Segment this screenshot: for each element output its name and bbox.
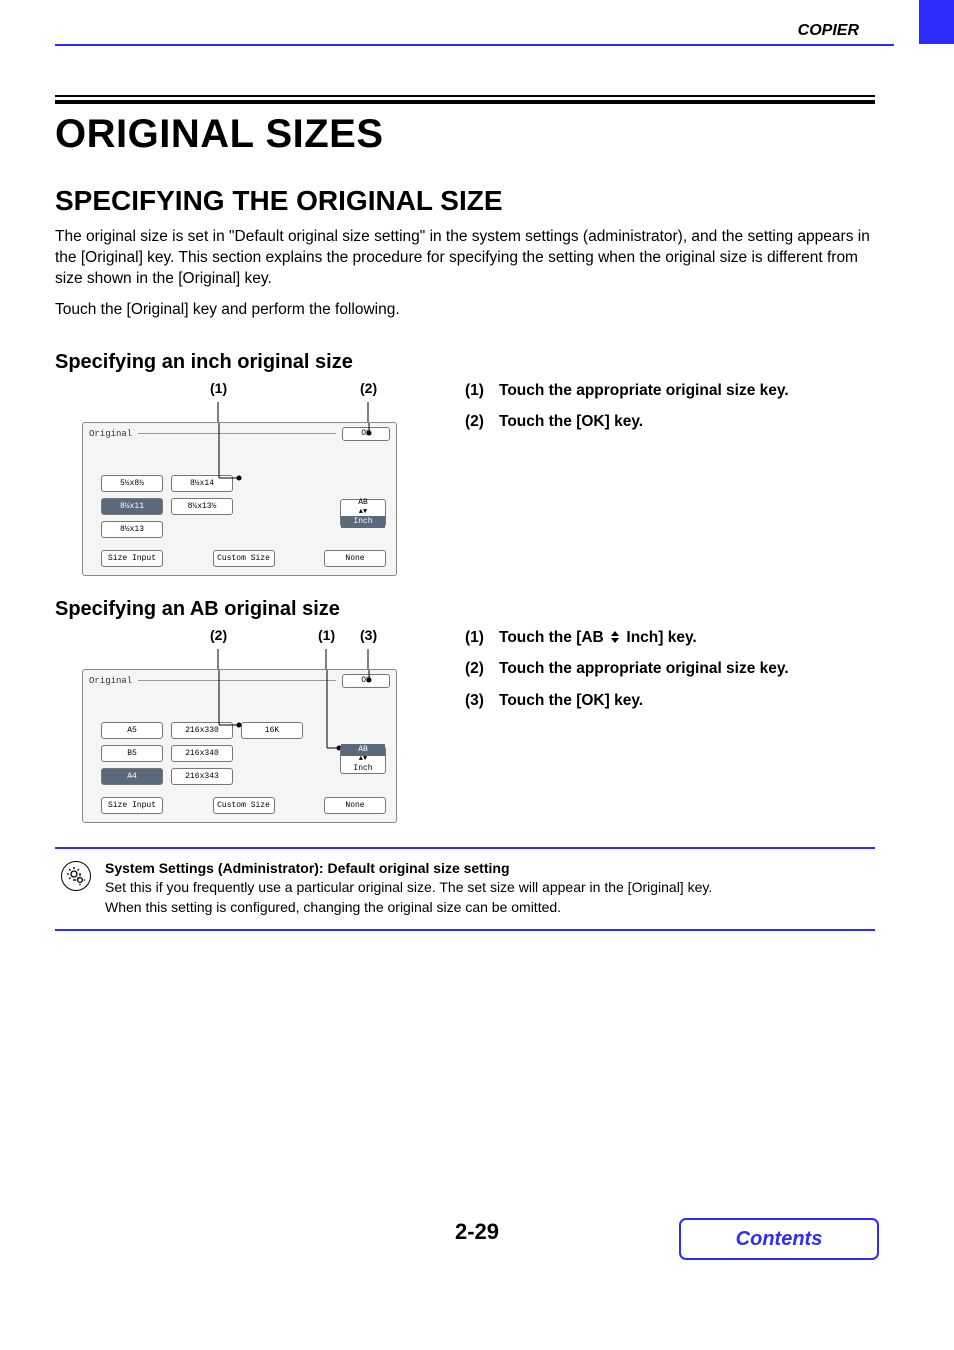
panel-title-rule bbox=[138, 433, 336, 434]
step-number: (3) bbox=[465, 690, 499, 712]
header-section: COPIER bbox=[798, 22, 859, 40]
size-button-selected[interactable]: A4 bbox=[101, 768, 163, 785]
size-button[interactable]: 8½x13½ bbox=[171, 498, 233, 515]
panel-title: Original bbox=[89, 676, 132, 686]
step-text: Touch the appropriate original size key. bbox=[499, 660, 789, 677]
ab-heading: Specifying an AB original size bbox=[55, 598, 875, 621]
ab-panel: Original OK A5 B5 A4 216x330 216x340 bbox=[82, 669, 397, 823]
header-blue-tab bbox=[919, 0, 954, 44]
step-number: (1) bbox=[465, 627, 499, 649]
note-line: When this setting is configured, changin… bbox=[105, 898, 712, 918]
inch-panel: Original OK 5½x8½ 8½x11 8½x13 8½x14 8½x1… bbox=[82, 422, 397, 576]
size-button[interactable]: 16K bbox=[241, 722, 303, 739]
callout-label: (3) bbox=[360, 627, 377, 643]
size-button[interactable]: 216x330 bbox=[171, 722, 233, 739]
header-rule bbox=[55, 44, 894, 46]
step-item: (2)Touch the [OK] key. bbox=[465, 411, 875, 433]
ab-inch-toggle[interactable]: AB ▲▼ Inch bbox=[340, 499, 386, 527]
inch-heading: Specifying an inch original size bbox=[55, 351, 875, 374]
callout-label: (1) bbox=[318, 627, 335, 643]
ok-button[interactable]: OK bbox=[342, 427, 390, 441]
step-text: Touch the [OK] key. bbox=[499, 692, 643, 709]
none-button[interactable]: None bbox=[324, 797, 386, 814]
size-button-selected[interactable]: 8½x11 bbox=[101, 498, 163, 515]
step-text-post: Inch] key. bbox=[626, 629, 696, 646]
step-item: (2)Touch the appropriate original size k… bbox=[465, 658, 875, 680]
inch-callouts: (1) (2) bbox=[55, 380, 460, 402]
ok-button[interactable]: OK bbox=[342, 674, 390, 688]
updown-arrows-icon: ▲▼ bbox=[359, 756, 367, 763]
ab-leaders bbox=[55, 649, 460, 669]
custom-size-button[interactable]: Custom Size bbox=[213, 550, 275, 567]
size-button[interactable]: 8½x13 bbox=[101, 521, 163, 538]
inch-leaders bbox=[55, 402, 460, 422]
size-button[interactable]: 216x343 bbox=[171, 768, 233, 785]
gear-icon bbox=[61, 861, 91, 891]
note-title: System Settings (Administrator): Default… bbox=[105, 859, 712, 879]
toggle-inch-label: Inch bbox=[341, 516, 385, 528]
callout-label: (2) bbox=[360, 380, 377, 396]
ab-callouts: (2) (1) (3) bbox=[55, 627, 460, 649]
note-text: System Settings (Administrator): Default… bbox=[105, 859, 712, 918]
size-button[interactable]: 5½x8½ bbox=[101, 475, 163, 492]
callout-label: (2) bbox=[210, 627, 227, 643]
panel-title: Original bbox=[89, 429, 132, 439]
page-title: ORIGINAL SIZES bbox=[55, 112, 875, 157]
size-button[interactable]: B5 bbox=[101, 745, 163, 762]
size-button[interactable]: 216x340 bbox=[171, 745, 233, 762]
note-line: Set this if you frequently use a particu… bbox=[105, 878, 712, 898]
step-text: Touch the appropriate original size key. bbox=[499, 382, 789, 399]
updown-arrows-icon: ▲▼ bbox=[359, 509, 367, 516]
note-box: System Settings (Administrator): Default… bbox=[55, 847, 875, 932]
contents-button[interactable]: Contents bbox=[679, 1218, 879, 1260]
step-text: Touch the [OK] key. bbox=[499, 413, 643, 430]
step-item: (3)Touch the [OK] key. bbox=[465, 690, 875, 712]
ab-inch-toggle[interactable]: AB ▲▼ Inch bbox=[340, 746, 386, 774]
size-input-button[interactable]: Size Input bbox=[101, 550, 163, 567]
step-item: (1)Touch the [AB Inch] key. bbox=[465, 627, 875, 649]
custom-size-button[interactable]: Custom Size bbox=[213, 797, 275, 814]
toggle-inch-label: Inch bbox=[341, 763, 385, 775]
panel-title-rule bbox=[138, 680, 336, 681]
none-button[interactable]: None bbox=[324, 550, 386, 567]
intro-paragraph-2: Touch the [Original] key and perform the… bbox=[55, 300, 875, 321]
title-rule-thin bbox=[55, 95, 875, 97]
step-item: (1)Touch the appropriate original size k… bbox=[465, 380, 875, 402]
size-input-button[interactable]: Size Input bbox=[101, 797, 163, 814]
step-number: (2) bbox=[465, 411, 499, 433]
step-number: (1) bbox=[465, 380, 499, 402]
page-subtitle: SPECIFYING THE ORIGINAL SIZE bbox=[55, 185, 875, 217]
size-button[interactable]: A5 bbox=[101, 722, 163, 739]
title-rule-thick bbox=[55, 100, 875, 104]
step-text-pre: Touch the [AB bbox=[499, 629, 604, 646]
updown-arrows-icon bbox=[608, 630, 622, 644]
size-button[interactable]: 8½x14 bbox=[171, 475, 233, 492]
step-number: (2) bbox=[465, 658, 499, 680]
callout-label: (1) bbox=[210, 380, 227, 396]
intro-paragraph: The original size is set in "Default ori… bbox=[55, 227, 875, 290]
